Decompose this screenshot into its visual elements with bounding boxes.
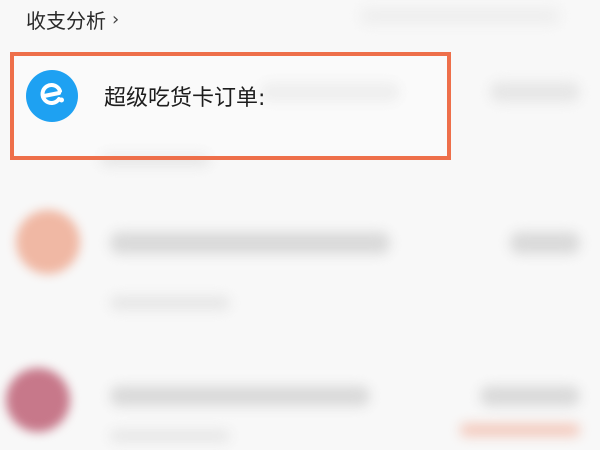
blurred-row3-sub (110, 430, 230, 442)
app-screen: 收支分析 › 超级吃货卡订单: (0, 0, 600, 450)
blurred-avatar (16, 210, 80, 274)
blurred-row3-amount (480, 386, 580, 406)
blurred-avatar (6, 368, 70, 432)
blurred-row2-amount (510, 232, 580, 254)
blurred-row2-sub (110, 296, 230, 310)
order-title: 超级吃货卡订单: (104, 86, 266, 111)
blurred-row3-extra (460, 424, 580, 436)
eleme-logo-icon (26, 70, 78, 122)
blurred-row2-title (110, 232, 390, 254)
blurred-row1-amount (490, 82, 580, 102)
chevron-right-icon: › (112, 8, 120, 30)
blurred-row3-title (110, 386, 370, 406)
blurred-header-content (360, 8, 560, 24)
income-expense-analysis-link[interactable]: 收支分析 › (26, 4, 119, 34)
header-title: 收支分析 (26, 8, 106, 33)
